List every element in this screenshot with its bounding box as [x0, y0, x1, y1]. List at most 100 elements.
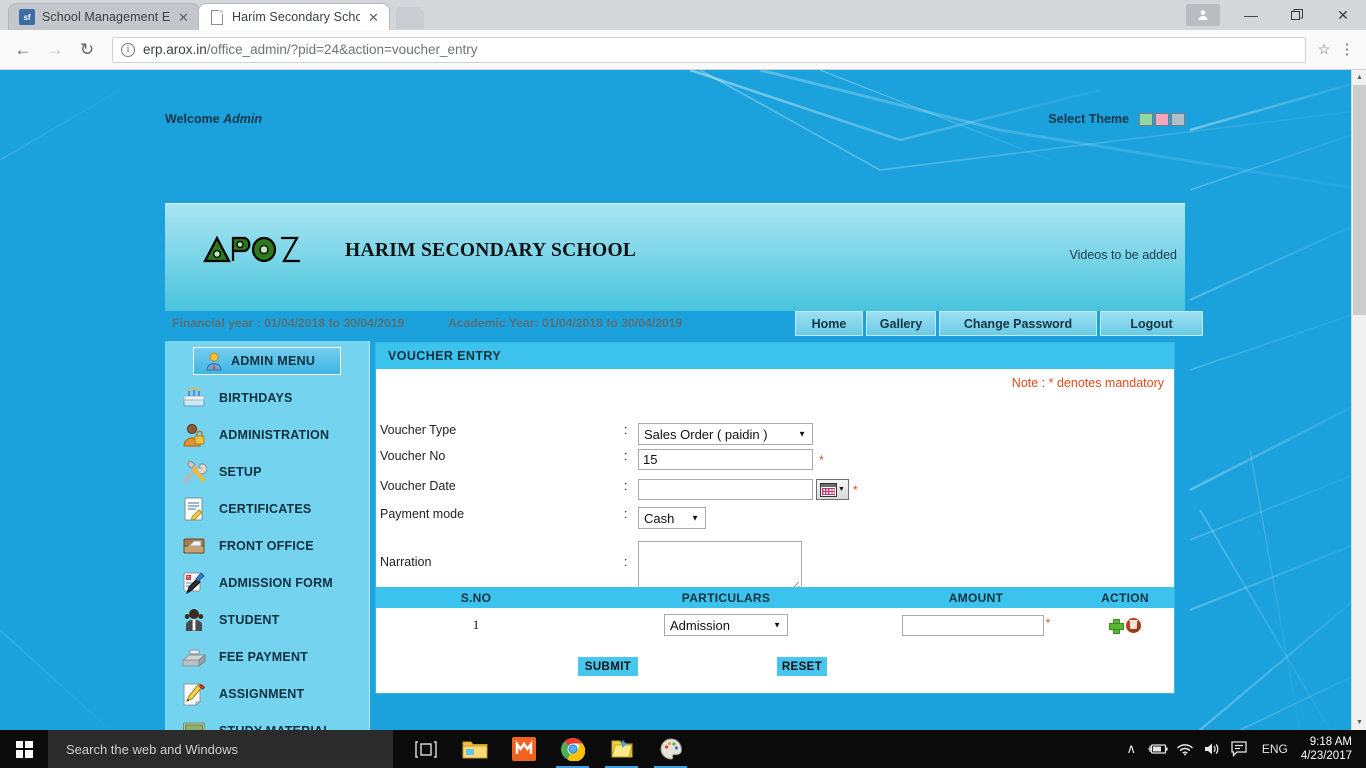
payment-mode-select[interactable]: Cash ▼ [638, 507, 706, 529]
voucher-type-select[interactable]: Sales Order ( paidin ) ▼ [638, 423, 813, 445]
close-icon[interactable]: ✕ [176, 10, 191, 25]
sidebar-item-setup[interactable]: SETUP [165, 453, 369, 490]
browser-menu-icon[interactable]: ⋮ [1336, 44, 1358, 56]
nav-change-password[interactable]: Change Password [939, 311, 1097, 336]
chrome-icon[interactable] [548, 730, 597, 768]
back-button[interactable]: ← [8, 35, 38, 65]
voucher-type-label: Voucher Type [380, 423, 620, 437]
sidebar-item-student[interactable]: STUDENT [165, 601, 369, 638]
profile-avatar-icon[interactable] [1186, 4, 1220, 26]
scroll-down-arrow-icon[interactable]: ▼ [1352, 715, 1366, 730]
required-asterisk: * [1046, 616, 1051, 630]
sidebar-item-label: BIRTHDAYS [219, 391, 293, 405]
sidebar-item-front-office[interactable]: FRONT OFFICE [165, 527, 369, 564]
narration-label: Narration [380, 555, 620, 569]
theme-swatch-grey[interactable] [1171, 113, 1185, 126]
form-pen-icon [181, 570, 207, 596]
chevron-down-icon: ▼ [798, 430, 806, 439]
document-icon [209, 9, 225, 25]
minimize-button[interactable]: — [1228, 0, 1274, 30]
tray-chevron-icon[interactable]: ∧ [1118, 730, 1145, 768]
page-viewport: Welcome Admin Select Theme [0, 70, 1366, 730]
narration-textarea[interactable] [638, 541, 802, 593]
new-tab-button[interactable] [396, 7, 424, 29]
panel-title: VOUCHER ENTRY [376, 343, 1174, 369]
file-explorer-icon[interactable] [450, 730, 499, 768]
notification-icon[interactable] [1226, 730, 1253, 768]
theme-selector: Select Theme [1048, 112, 1185, 126]
sidebar-header-label: ADMIN MENU [231, 354, 315, 368]
task-view-icon[interactable] [401, 730, 450, 768]
main-navigation: Home Gallery Change Password Logout [795, 311, 1203, 336]
welcome-prefix: Welcome [165, 112, 220, 126]
voucher-no-label: Voucher No [380, 449, 620, 463]
sidebar-item-study-material[interactable]: STUDY MATERIAL [165, 712, 369, 730]
particulars-select[interactable]: Admission ▼ [664, 614, 788, 636]
table-header-row: S.NO PARTICULARS AMOUNT ACTION [376, 587, 1174, 608]
wifi-icon[interactable] [1172, 730, 1199, 768]
pencil-note-icon [181, 681, 207, 707]
sidebar-item-label: ADMISSION FORM [219, 576, 333, 590]
nav-gallery[interactable]: Gallery [866, 311, 936, 336]
start-button[interactable] [0, 730, 48, 768]
plus-icon[interactable] [1109, 619, 1122, 632]
theme-swatches [1139, 113, 1185, 126]
taskbar-app-icons [401, 730, 695, 768]
field-colon: : [624, 555, 627, 569]
sidebar-item-certificates[interactable]: CERTIFICATES [165, 490, 369, 527]
page-scrollbar[interactable]: ▲ ▼ [1351, 70, 1366, 730]
sidebar-header-admin-menu[interactable]: ADMIN MENU [193, 347, 341, 375]
sidebar-item-birthdays[interactable]: BIRTHDAYS [165, 379, 369, 416]
windows-logo-icon [16, 741, 33, 758]
clock[interactable]: 9:18 AM 4/23/2017 [1297, 735, 1358, 763]
nav-logout[interactable]: Logout [1100, 311, 1203, 336]
browser-toolbar: ← → ↻ i erp.arox.in/office_admin/?pid=24… [0, 30, 1366, 70]
close-icon[interactable]: ✕ [366, 10, 381, 25]
close-button[interactable]: ✕ [1320, 0, 1366, 30]
site-info-icon[interactable]: i [121, 43, 135, 57]
browser-tab-school-management-erp[interactable]: sf School Management ERP ✕ [8, 3, 200, 30]
table-row: 1 Admission ▼ * [376, 608, 1174, 642]
chevron-down-icon: ▼ [691, 514, 699, 523]
theme-swatch-green[interactable] [1139, 113, 1153, 126]
sidebar-item-admission-form[interactable]: ADMISSION FORM [165, 564, 369, 601]
calendar-icon [820, 483, 837, 497]
sidebar-item-fee-payment[interactable]: FEE PAYMENT [165, 638, 369, 675]
maximize-button[interactable] [1274, 0, 1320, 30]
scrollbar-thumb[interactable] [1353, 85, 1366, 315]
reload-button[interactable]: ↻ [72, 35, 102, 65]
orange-app-icon[interactable] [499, 730, 548, 768]
scroll-up-arrow-icon[interactable]: ▲ [1352, 70, 1366, 85]
sidebar-item-label: FEE PAYMENT [219, 650, 308, 664]
theme-swatch-pink[interactable] [1155, 113, 1169, 126]
address-bar[interactable]: i erp.arox.in/office_admin/?pid=24&actio… [112, 37, 1306, 63]
videos-note: Videos to be added [1069, 248, 1177, 262]
search-input[interactable]: Search the web and Windows [48, 730, 393, 768]
trash-icon[interactable] [1126, 618, 1141, 633]
sidebar-item-label: STUDENT [219, 613, 279, 627]
browser-tab-harim-secondary-school[interactable]: Harim Secondary School ✕ [198, 3, 390, 30]
sidebar-item-label: FRONT OFFICE [219, 539, 314, 553]
forward-button[interactable]: → [40, 35, 70, 65]
submit-button[interactable]: SUBMIT [578, 657, 638, 676]
paint-icon[interactable] [646, 730, 695, 768]
calendar-picker-button[interactable]: ▼ [816, 479, 849, 500]
voucher-no-input[interactable] [638, 449, 813, 470]
reset-button[interactable]: RESET [777, 657, 827, 676]
sidebar-item-assignment[interactable]: ASSIGNMENT [165, 675, 369, 712]
nav-home[interactable]: Home [795, 311, 863, 336]
voucher-date-input[interactable] [638, 479, 813, 500]
sidebar-item-label: SETUP [219, 465, 262, 479]
year-bar: Financial year : 01/04/2018 to 30/04/201… [165, 311, 1185, 341]
amount-input[interactable] [902, 615, 1044, 636]
bookmark-star-icon[interactable]: ☆ [1312, 41, 1336, 58]
folder-yellow-icon[interactable] [597, 730, 646, 768]
cell-particulars: Admission ▼ [576, 614, 876, 636]
search-placeholder: Search the web and Windows [66, 742, 238, 757]
sidebar-item-label: CERTIFICATES [219, 502, 311, 516]
site-content: Welcome Admin Select Theme [0, 70, 1351, 730]
language-indicator[interactable]: ENG [1253, 742, 1297, 756]
battery-icon[interactable] [1145, 730, 1172, 768]
volume-icon[interactable] [1199, 730, 1226, 768]
sidebar-item-administration[interactable]: ADMINISTRATION [165, 416, 369, 453]
